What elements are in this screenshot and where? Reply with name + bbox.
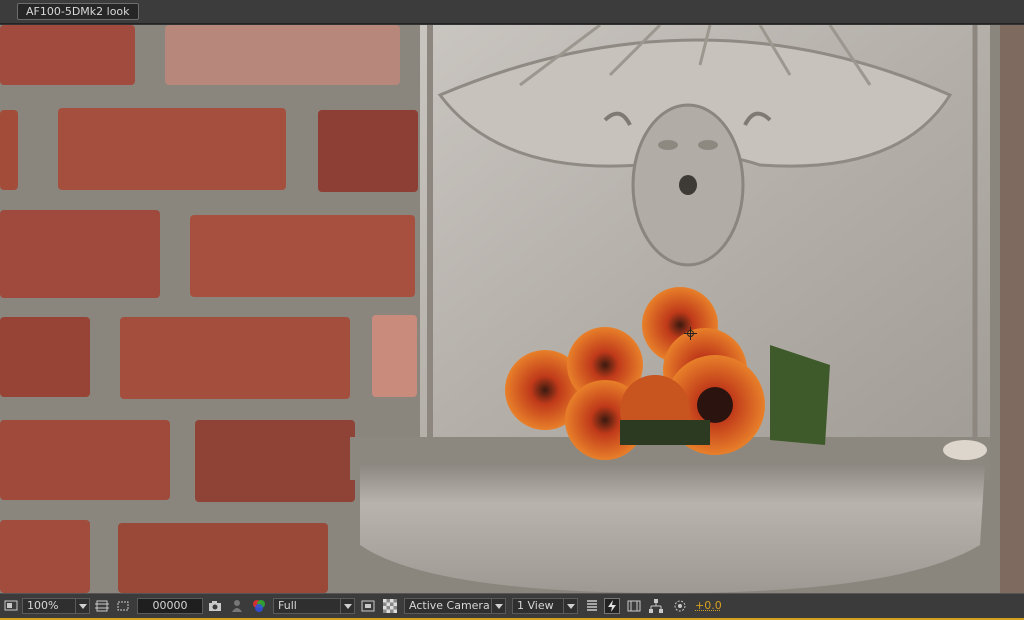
composition-tab[interactable]: AF100-5DMk2 look <box>17 3 139 20</box>
zoom-dropdown[interactable]: 100% <box>22 598 90 614</box>
exposure-value[interactable]: +0.0 <box>695 598 722 614</box>
composition-panel: AF100-5DMk2 look 100% 00000 Full Active … <box>0 0 1024 620</box>
composition-viewer[interactable] <box>0 25 1024 593</box>
chevron-down-icon <box>340 599 354 613</box>
timecode-field[interactable]: 00000 <box>137 598 203 614</box>
layout-value: 1 View <box>517 599 554 612</box>
timeline-icon[interactable] <box>626 598 642 614</box>
chevron-down-icon <box>491 599 505 613</box>
chevron-down-icon <box>563 599 577 613</box>
fast-preview-icon[interactable] <box>604 598 620 614</box>
mask-icon[interactable] <box>115 598 131 614</box>
transparency-icon[interactable] <box>382 598 398 614</box>
reset-exposure-icon[interactable] <box>672 598 688 614</box>
layers-icon[interactable] <box>584 598 600 614</box>
crosshair-icon <box>684 327 697 340</box>
viewer-frame-image <box>0 25 1024 593</box>
composition-tab-bar: AF100-5DMk2 look <box>0 0 1024 24</box>
zoom-value: 100% <box>27 599 59 612</box>
snapshot-user-icon[interactable] <box>229 598 245 614</box>
layout-dropdown[interactable]: 1 View <box>512 598 578 614</box>
monitor-icon[interactable] <box>3 598 19 614</box>
resolution-dropdown[interactable]: Full <box>273 598 355 614</box>
resolution-value: Full <box>278 599 297 612</box>
region-icon[interactable] <box>360 598 376 614</box>
camera-icon[interactable] <box>207 598 223 614</box>
view-dropdown[interactable]: Active Camera <box>404 598 506 614</box>
channel-icon[interactable] <box>251 598 267 614</box>
flowchart-icon[interactable] <box>648 598 664 614</box>
chevron-down-icon <box>75 599 89 613</box>
view-value: Active Camera <box>409 599 490 612</box>
viewer-toolbar: 100% 00000 Full Active Camera 1 View +0.… <box>0 593 1024 620</box>
grid-icon[interactable] <box>94 598 110 614</box>
